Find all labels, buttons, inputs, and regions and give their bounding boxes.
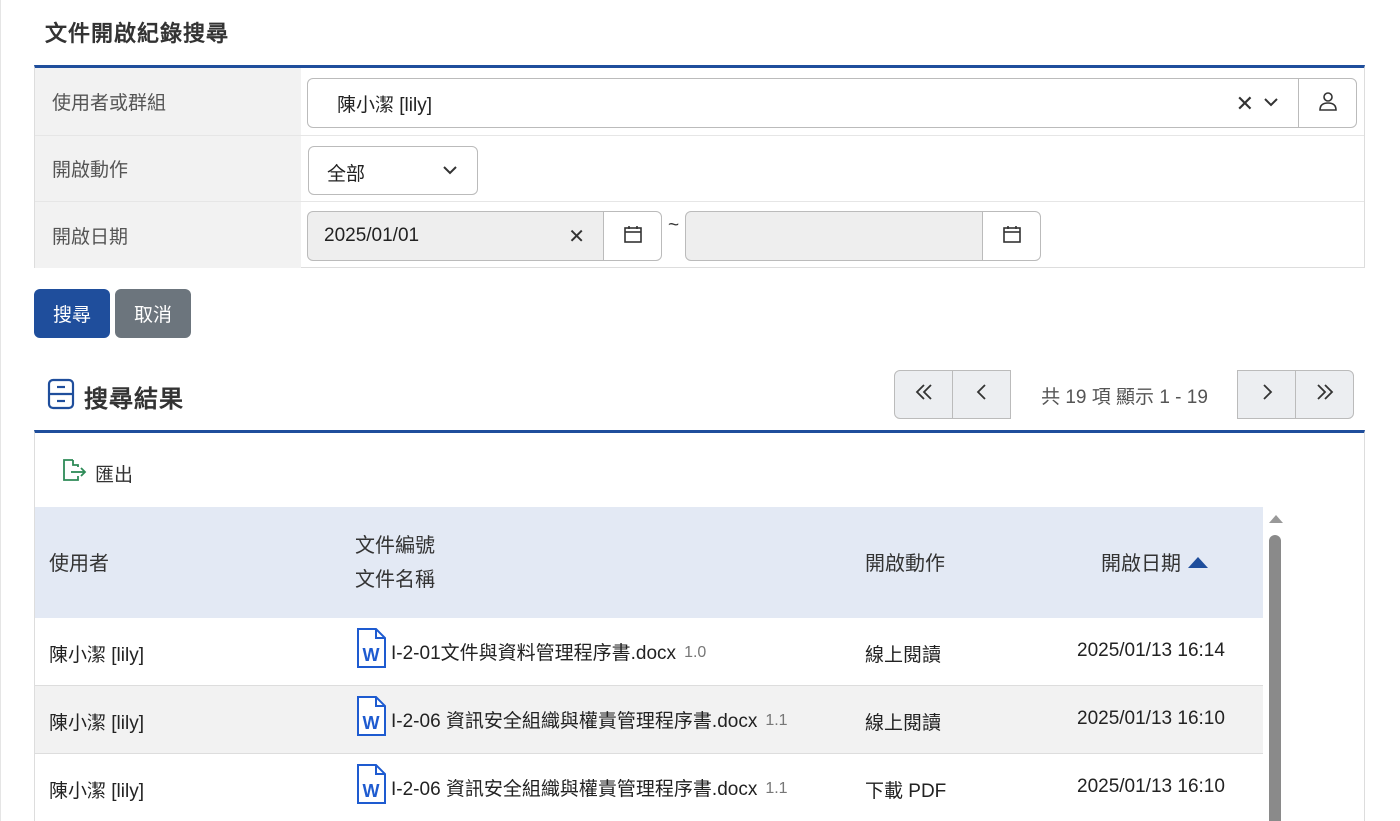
cancel-button[interactable]: 取消	[115, 289, 191, 338]
date-range-separator: ~	[668, 215, 680, 236]
chevron-down-icon	[441, 161, 459, 184]
cell-date: 2025/01/13 16:14	[1077, 640, 1225, 661]
cell-action: 線上閱讀	[865, 645, 942, 666]
double-chevron-left-icon	[913, 382, 935, 407]
cell-user: 陳小潔 [lily]	[49, 713, 145, 734]
pager-info: 共 19 項 顯示 1 - 19	[1041, 387, 1208, 408]
calendar-icon	[1002, 224, 1022, 249]
chevron-right-icon	[1260, 382, 1274, 407]
sort-asc-icon	[1188, 557, 1208, 568]
date-from-value: 2025/01/01	[324, 225, 420, 246]
export-label: 匯出	[95, 464, 134, 486]
close-icon[interactable]: ✕	[1236, 91, 1254, 117]
results-heading: 搜尋結果	[47, 378, 184, 415]
table-row[interactable]: 陳小潔 [lily] W I-2-06 資訊安全組織與權責管理程序書.docx …	[35, 686, 1263, 754]
date-to-calendar-button[interactable]	[982, 211, 1041, 261]
action-select[interactable]: 全部	[308, 146, 478, 195]
user-label: 使用者或群組	[35, 68, 301, 135]
cell-user: 陳小潔 [lily]	[49, 781, 145, 802]
export-button[interactable]: 匯出	[61, 457, 133, 489]
col-header-doc-number: 文件編號	[355, 535, 435, 557]
svg-text:W: W	[363, 713, 380, 733]
cell-action: 下載 PDF	[865, 781, 947, 802]
doc-name[interactable]: I-2-01文件與資料管理程序書.docx	[391, 638, 676, 665]
cell-doc[interactable]: W I-2-06 資訊安全組織與權責管理程序書.docx 1.1	[355, 695, 788, 743]
doc-name[interactable]: I-2-06 資訊安全組織與權責管理程序書.docx	[391, 774, 757, 801]
user-select-value: 陳小潔 [lily]	[337, 94, 433, 116]
col-header-doc[interactable]: 文件編號 文件名稱	[355, 529, 435, 597]
col-header-date[interactable]: 開啟日期	[1101, 547, 1208, 576]
user-picker-button[interactable]	[1298, 78, 1357, 128]
results-title: 搜尋結果	[84, 386, 184, 413]
doc-version: 1.1	[765, 780, 788, 797]
search-form: 使用者或群組 陳小潔 [lily] ✕ 開啟動作 全部 開啟日期 2025/01…	[34, 65, 1365, 268]
close-icon[interactable]: ✕	[568, 224, 585, 249]
export-icon	[61, 457, 89, 489]
first-page-button[interactable]	[894, 370, 953, 419]
pagination: 共 19 項 顯示 1 - 19	[894, 370, 1355, 419]
table-header: 使用者 文件編號 文件名稱 開啟動作 開啟日期	[35, 507, 1263, 618]
word-file-icon: W	[355, 627, 387, 675]
col-header-doc-name: 文件名稱	[355, 569, 435, 591]
word-file-icon: W	[355, 763, 387, 811]
prev-page-button[interactable]	[952, 370, 1011, 419]
next-page-button[interactable]	[1237, 370, 1296, 419]
col-header-action[interactable]: 開啟動作	[865, 547, 945, 576]
date-from-calendar-button[interactable]	[603, 211, 662, 261]
table-row[interactable]: 陳小潔 [lily] W I-2-06 資訊安全組織與權責管理程序書.docx …	[35, 754, 1263, 821]
chevron-left-icon	[975, 382, 989, 407]
action-label: 開啟動作	[35, 136, 301, 201]
page-title: 文件開啟紀錄搜尋	[45, 21, 230, 46]
date-from-input[interactable]: 2025/01/01 ✕	[307, 211, 604, 261]
user-select[interactable]: 陳小潔 [lily] ✕	[307, 78, 1299, 128]
cell-date: 2025/01/13 16:10	[1077, 776, 1225, 797]
last-page-button[interactable]	[1295, 370, 1354, 419]
date-to-input[interactable]	[685, 211, 983, 261]
cell-doc[interactable]: W I-2-01文件與資料管理程序書.docx 1.0	[355, 627, 707, 675]
doc-name[interactable]: I-2-06 資訊安全組織與權責管理程序書.docx	[391, 706, 757, 733]
action-select-value: 全部	[327, 164, 366, 185]
word-file-icon: W	[355, 695, 387, 743]
svg-text:W: W	[363, 645, 380, 665]
cell-action: 線上閱讀	[865, 713, 942, 734]
form-row-user: 使用者或群組 陳小潔 [lily] ✕	[35, 68, 1364, 136]
doc-version: 1.0	[684, 644, 707, 661]
user-icon	[1317, 90, 1339, 117]
cell-user: 陳小潔 [lily]	[49, 645, 145, 666]
svg-text:W: W	[363, 781, 380, 801]
cabinet-icon	[47, 378, 75, 415]
form-row-action: 開啟動作 全部	[35, 136, 1364, 202]
chevron-down-icon[interactable]	[1262, 93, 1280, 116]
calendar-icon	[623, 224, 643, 249]
scroll-up-arrow[interactable]	[1269, 515, 1283, 523]
date-label: 開啟日期	[35, 202, 301, 268]
double-chevron-right-icon	[1314, 382, 1336, 407]
cell-doc[interactable]: W I-2-06 資訊安全組織與權責管理程序書.docx 1.1	[355, 763, 788, 811]
cell-date: 2025/01/13 16:10	[1077, 708, 1225, 729]
table-row[interactable]: 陳小潔 [lily] W I-2-01文件與資料管理程序書.docx 1.0 線…	[35, 618, 1263, 686]
doc-version: 1.1	[765, 712, 788, 729]
form-row-date: 開啟日期 2025/01/01 ✕ ~	[35, 202, 1364, 268]
page: 文件開啟紀錄搜尋 使用者或群組 陳小潔 [lily] ✕ 開啟動作 全部 開啟日…	[0, 0, 1400, 821]
search-button[interactable]: 搜尋	[34, 289, 110, 338]
col-header-user[interactable]: 使用者	[49, 547, 109, 576]
scrollbar-thumb[interactable]	[1269, 535, 1281, 821]
col-header-date-label: 開啟日期	[1101, 553, 1181, 575]
results-panel: 匯出 使用者 文件編號 文件名稱 開啟動作 開啟日期 陳小潔 [lily] W …	[34, 430, 1365, 821]
